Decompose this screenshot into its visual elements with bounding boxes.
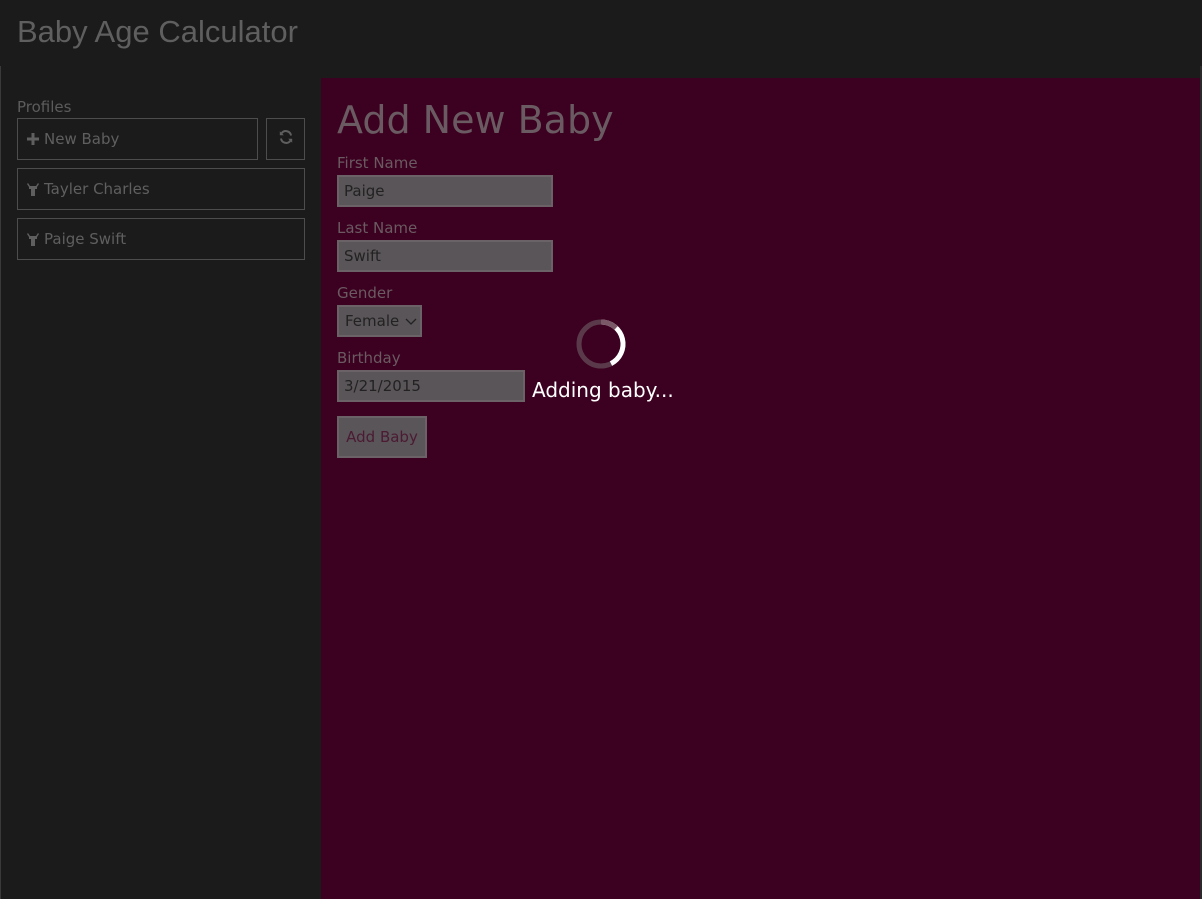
profiles-label: Profiles (17, 98, 72, 116)
page-title: Add New Baby (337, 98, 614, 142)
add-baby-label: Add Baby (346, 428, 418, 446)
baby-icon (26, 182, 40, 196)
last-name-value: Swift (344, 247, 381, 265)
loading-text: Adding baby... (532, 378, 674, 402)
first-name-label: First Name (337, 154, 418, 172)
profile-item-label: Tayler Charles (44, 180, 150, 198)
last-name-field[interactable]: Swift (337, 240, 553, 272)
gender-value: Female (345, 312, 400, 330)
refresh-button[interactable] (266, 118, 305, 160)
gender-label: Gender (337, 284, 393, 302)
new-baby-button[interactable]: New Baby (17, 118, 258, 160)
progress-ring-icon (575, 318, 627, 374)
refresh-icon (278, 129, 294, 149)
app-window: Baby Age Calculator Profiles New Baby Ta… (0, 0, 1202, 899)
chevron-down-icon (405, 312, 417, 330)
loading-overlay: Adding baby... (530, 316, 674, 416)
add-baby-button[interactable]: Add Baby (337, 416, 427, 458)
gender-select[interactable]: Female (337, 305, 422, 337)
sidebar: Profiles New Baby Tayler Charles Paige S… (0, 78, 321, 899)
plus-icon (26, 133, 40, 145)
profile-item[interactable]: Tayler Charles (17, 168, 305, 210)
birthday-label: Birthday (337, 349, 401, 367)
last-name-label: Last Name (337, 219, 418, 237)
first-name-field[interactable]: Paige (337, 175, 553, 207)
profile-item[interactable]: Paige Swift (17, 218, 305, 260)
new-baby-label: New Baby (44, 130, 120, 148)
first-name-value: Paige (344, 182, 385, 200)
add-baby-panel: Add New Baby First Name Paige Last Name … (321, 78, 1200, 899)
birthday-field[interactable]: 3/21/2015 (337, 370, 525, 402)
app-title: Baby Age Calculator (17, 14, 298, 49)
birthday-value: 3/21/2015 (344, 377, 421, 395)
profile-item-label: Paige Swift (44, 230, 127, 248)
baby-icon (26, 232, 40, 246)
